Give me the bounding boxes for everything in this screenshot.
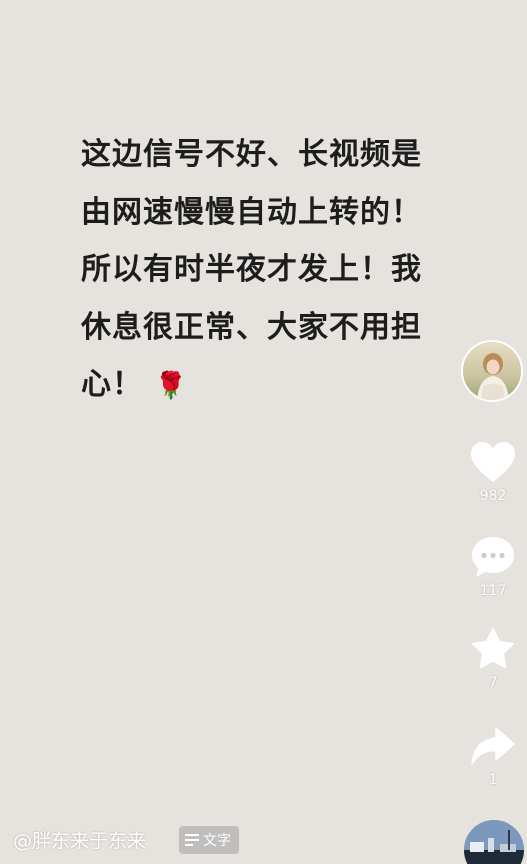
post-text-line: 由网速慢慢自动上转的！ <box>81 194 422 230</box>
share-arrow-icon <box>471 727 515 765</box>
post-text-line: 休息很正常、大家不用担 <box>81 309 422 345</box>
favorite-action[interactable]: 7 <box>463 627 523 691</box>
favorite-count: 7 <box>488 675 498 691</box>
post-text-line-last: 心！ 🌹 <box>81 356 451 416</box>
author-name[interactable]: @胖东来于东来 <box>13 826 146 853</box>
comment-bubble-icon <box>472 537 514 577</box>
like-action[interactable]: 982 <box>463 440 523 504</box>
share-action[interactable]: 1 <box>463 726 523 788</box>
post-text-line: 所以有时半夜才发上！我 <box>81 252 422 287</box>
share-count: 1 <box>488 772 498 788</box>
comment-count: 117 <box>479 583 507 599</box>
rose-emoji: 🌹 <box>154 371 188 401</box>
avatar-image <box>463 342 521 400</box>
text-lines-icon <box>185 834 199 846</box>
text-post-tag-label: 文字 <box>203 833 231 849</box>
star-icon <box>472 628 514 669</box>
author-avatar[interactable] <box>461 340 523 402</box>
heart-icon <box>471 442 515 482</box>
like-count: 982 <box>479 488 507 504</box>
post-text-line: 心！ <box>81 367 143 402</box>
post-text: 这边信号不好、长视频是 由网速慢慢自动上转的！ 所以有时半夜才发上！我 休息很正… <box>81 126 451 416</box>
comment-action[interactable]: 117 <box>463 535 523 599</box>
post-text-line: 这边信号不好、长视频是 <box>81 137 422 172</box>
music-disc[interactable] <box>464 820 524 864</box>
video-feed-screen: 这边信号不好、长视频是 由网速慢慢自动上转的！ 所以有时半夜才发上！我 休息很正… <box>0 0 527 864</box>
music-cover-image <box>464 820 524 864</box>
text-post-tag[interactable]: 文字 <box>179 826 239 854</box>
